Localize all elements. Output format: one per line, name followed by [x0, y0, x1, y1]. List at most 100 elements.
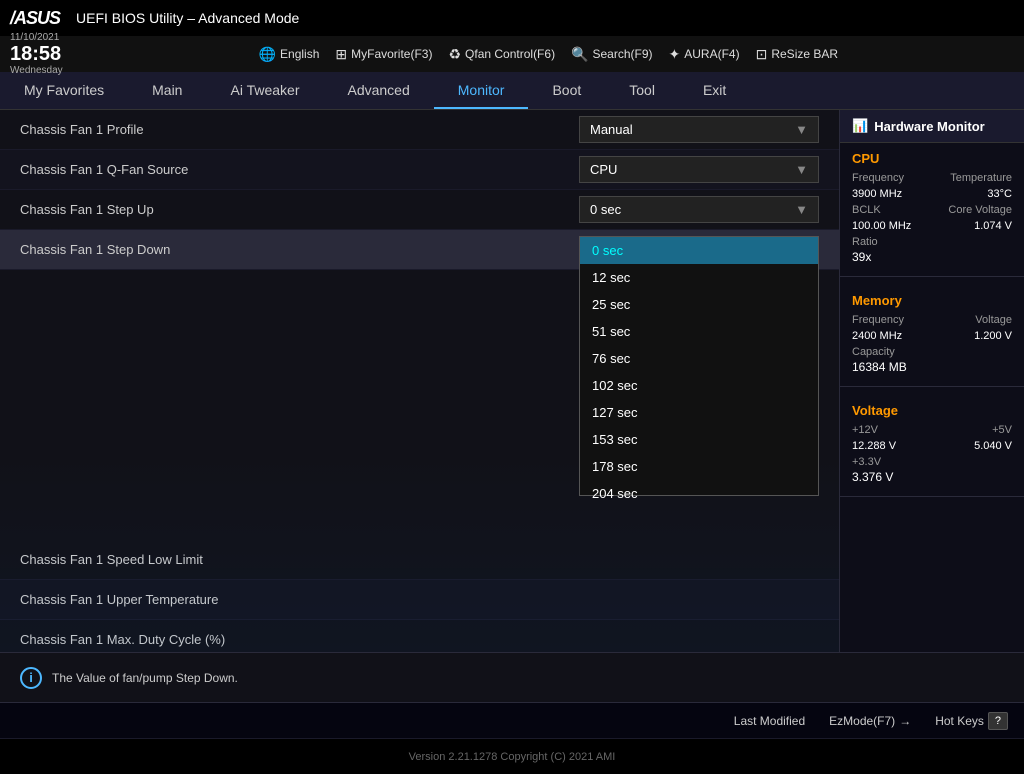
cpu-freq-row: Frequency Temperature [840, 170, 1024, 186]
nav-main[interactable]: Main [128, 72, 206, 109]
bottom-bar: Last Modified EzMode(F7) → Hot Keys ? [0, 702, 1024, 738]
dropdown-option-178sec[interactable]: 178 sec [580, 453, 818, 480]
step-down-dropdown-list: 0 sec 12 sec 25 sec 51 sec 76 sec 102 se… [579, 236, 819, 496]
last-modified-button[interactable]: Last Modified [734, 714, 805, 728]
setting-row-step-down: Chassis Fan 1 Step Down 0 sec ▼ 0 sec 12… [0, 230, 839, 270]
dropdown-option-51sec[interactable]: 51 sec [580, 318, 818, 345]
setting-row-upper-temp: Chassis Fan 1 Upper Temperature [0, 580, 839, 620]
memory-section-title: Memory [840, 285, 1024, 312]
hot-keys-button[interactable]: Hot Keys ? [935, 712, 1008, 730]
myfavorite-label: MyFavorite(F3) [351, 47, 432, 61]
datetime: 11/10/2021 18:58 Wednesday [10, 32, 63, 76]
topbar-qfan[interactable]: ♻ Qfan Control(F6) [448, 46, 555, 63]
settings-list: Chassis Fan 1 Profile Manual ▼ Chassis F… [0, 110, 839, 652]
qfan-source-label: Chassis Fan 1 Q-Fan Source [20, 162, 579, 177]
step-up-label: Chassis Fan 1 Step Up [20, 202, 579, 217]
cpu-bclk-row: BCLK Core Voltage [840, 202, 1024, 218]
topbar-resizebar[interactable]: ⊡ ReSize BAR [756, 46, 838, 63]
chevron-down-icon: ▼ [795, 122, 808, 137]
cpu-freq-label: Frequency [852, 172, 904, 184]
setting-row-qfan-source: Chassis Fan 1 Q-Fan Source CPU ▼ [0, 150, 839, 190]
max-duty-label: Chassis Fan 1 Max. Duty Cycle (%) [20, 632, 579, 647]
step-up-dropdown[interactable]: 0 sec ▼ [579, 196, 819, 223]
mem-freq-label: Frequency [852, 314, 904, 326]
info-text: The Value of fan/pump Step Down. [52, 671, 238, 685]
dropdown-option-0sec[interactable]: 0 sec [580, 237, 818, 264]
setting-row-step-up: Chassis Fan 1 Step Up 0 sec ▼ [0, 190, 839, 230]
header-bar: /ASUS UEFI BIOS Utility – Advanced Mode [0, 0, 1024, 36]
dropdown-option-12sec[interactable]: 12 sec [580, 264, 818, 291]
topbar: 11/10/2021 18:58 Wednesday 🌐 English ⊞ M… [0, 36, 1024, 72]
v12-value: 12.288 V [852, 440, 896, 452]
dropdown-option-127sec[interactable]: 127 sec [580, 399, 818, 426]
mem-volt-value: 1.200 V [974, 330, 1012, 342]
monitor-icon: 📊 [852, 118, 868, 134]
v12-label: +12V [852, 424, 878, 436]
dropdown-option-25sec[interactable]: 25 sec [580, 291, 818, 318]
cpu-section: CPU Frequency Temperature 3900 MHz 33°C … [840, 143, 1024, 277]
mem-freq-value-row: 2400 MHz 1.200 V [840, 328, 1024, 344]
qfan-source-dropdown[interactable]: CPU ▼ [579, 156, 819, 183]
time-display: 18:58 [10, 43, 63, 65]
nav-exit[interactable]: Exit [679, 72, 750, 109]
profile-dropdown[interactable]: Manual ▼ [579, 116, 819, 143]
hot-keys-icon: ? [988, 712, 1008, 730]
nav-bar: My Favorites Main Ai Tweaker Advanced Mo… [0, 72, 1024, 110]
topbar-language[interactable]: 🌐 English [259, 46, 320, 63]
topbar-aura[interactable]: ✦ AURA(F4) [669, 46, 740, 63]
profile-dropdown-value: Manual [590, 122, 633, 137]
voltage-section-title: Voltage [840, 395, 1024, 422]
cpu-freq-value: 3900 MHz [852, 188, 902, 200]
content-area: Chassis Fan 1 Profile Manual ▼ Chassis F… [0, 110, 839, 652]
cpu-freq-value-row: 3900 MHz 33°C [840, 186, 1024, 202]
chevron-down-icon: ▼ [795, 202, 808, 217]
v33-value: 3.376 V [840, 470, 1024, 490]
setting-row-max-duty: Chassis Fan 1 Max. Duty Cycle (%) [0, 620, 839, 652]
asus-logo: /ASUS [10, 8, 60, 29]
ez-mode-arrow: → [899, 714, 911, 728]
nav-tool[interactable]: Tool [605, 72, 679, 109]
setting-row-speed-low: Chassis Fan 1 Speed Low Limit [0, 540, 839, 580]
info-bar: i The Value of fan/pump Step Down. [0, 652, 1024, 702]
mem-capacity-value: 16384 MB [840, 360, 1024, 380]
hot-keys-label: Hot Keys [935, 714, 984, 728]
cpu-temp-value: 33°C [987, 188, 1012, 200]
mem-freq-value: 2400 MHz [852, 330, 902, 342]
voltage-section: Voltage +12V +5V 12.288 V 5.040 V +3.3V … [840, 395, 1024, 497]
mem-capacity-label: Capacity [840, 344, 1024, 360]
globe-icon: 🌐 [259, 46, 276, 63]
hardware-monitor-sidebar: 📊 Hardware Monitor CPU Frequency Tempera… [839, 110, 1024, 652]
step-up-dropdown-value: 0 sec [590, 202, 621, 217]
nav-monitor[interactable]: Monitor [434, 72, 529, 109]
hardware-monitor-title: Hardware Monitor [874, 119, 985, 134]
memory-section: Memory Frequency Voltage 2400 MHz 1.200 … [840, 285, 1024, 387]
version-bar: Version 2.21.1278 Copyright (C) 2021 AMI [0, 738, 1024, 774]
nav-favorites[interactable]: My Favorites [0, 72, 128, 109]
dropdown-option-102sec[interactable]: 102 sec [580, 372, 818, 399]
setting-row-profile: Chassis Fan 1 Profile Manual ▼ [0, 110, 839, 150]
qfan-icon: ♻ [448, 46, 461, 63]
v5-value: 5.040 V [974, 440, 1012, 452]
dropdown-option-76sec[interactable]: 76 sec [580, 345, 818, 372]
nav-advanced[interactable]: Advanced [323, 72, 433, 109]
resize-icon: ⊡ [756, 46, 768, 63]
version-text: Version 2.21.1278 Copyright (C) 2021 AMI [409, 751, 616, 763]
dropdown-option-204sec[interactable]: 204 sec [580, 480, 818, 507]
cpu-section-title: CPU [840, 143, 1024, 170]
cpu-corevolt-label: Core Voltage [948, 204, 1012, 216]
step-down-label: Chassis Fan 1 Step Down [20, 242, 579, 257]
topbar-myfavorite[interactable]: ⊞ MyFavorite(F3) [335, 46, 432, 63]
mem-volt-label: Voltage [975, 314, 1012, 326]
cpu-ratio-value: 39x [840, 250, 1024, 270]
last-modified-label: Last Modified [734, 714, 805, 728]
ez-mode-button[interactable]: EzMode(F7) → [829, 714, 911, 728]
nav-boot[interactable]: Boot [528, 72, 605, 109]
resizebar-label: ReSize BAR [771, 47, 838, 61]
ez-mode-label: EzMode(F7) [829, 714, 895, 728]
mem-freq-row: Frequency Voltage [840, 312, 1024, 328]
speed-low-label: Chassis Fan 1 Speed Low Limit [20, 552, 579, 567]
search-icon: 🔍 [571, 46, 588, 63]
topbar-search[interactable]: 🔍 Search(F9) [571, 46, 652, 63]
nav-aitweaker[interactable]: Ai Tweaker [206, 72, 323, 109]
dropdown-option-153sec[interactable]: 153 sec [580, 426, 818, 453]
